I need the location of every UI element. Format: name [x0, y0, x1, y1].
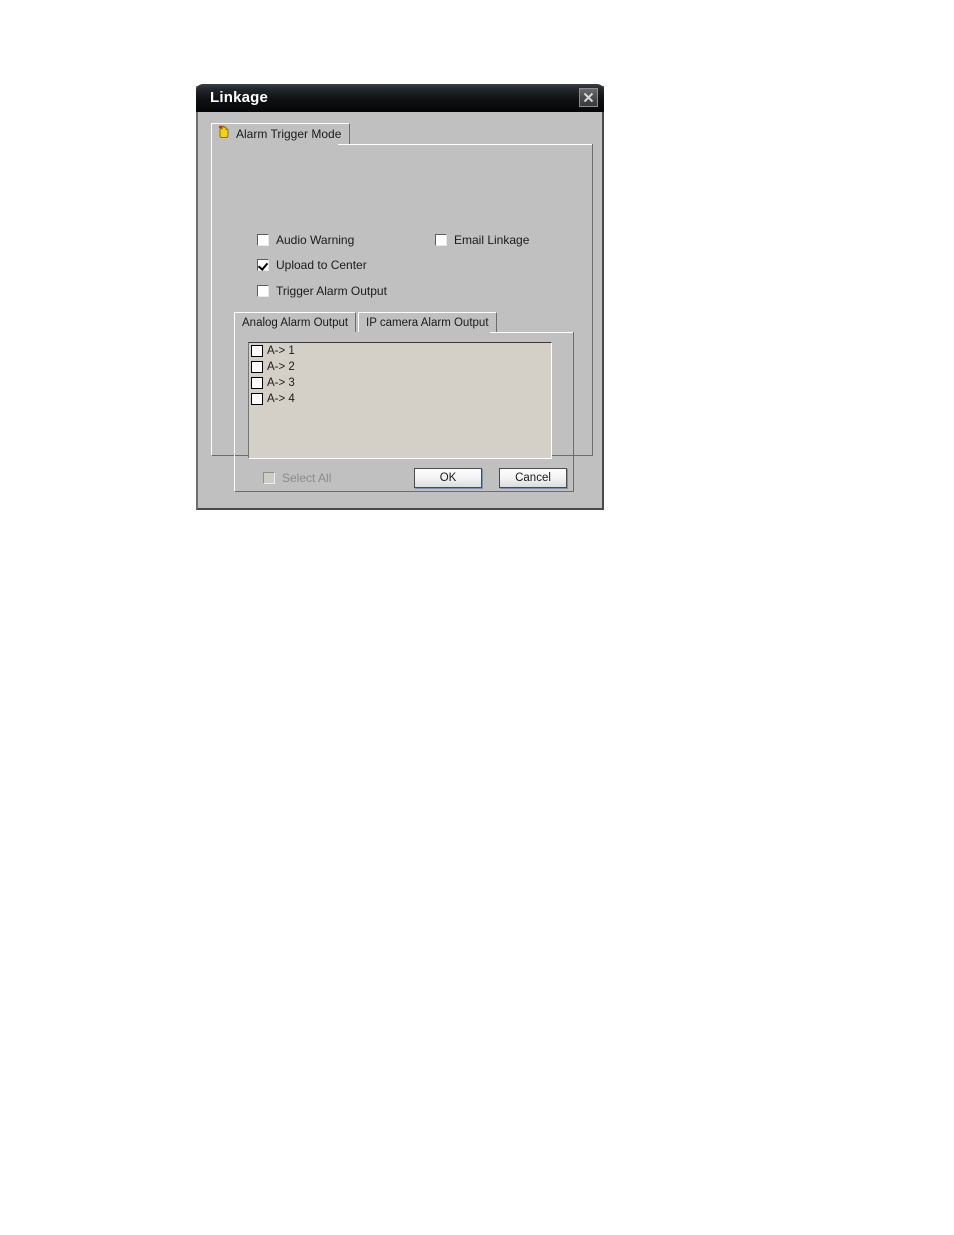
- checkbox-box: [257, 285, 269, 297]
- close-icon: [580, 92, 597, 103]
- tab-alarm-trigger-mode[interactable]: Alarm Trigger Mode: [211, 123, 351, 144]
- tab-ip-camera-alarm-output[interactable]: IP camera Alarm Output: [358, 312, 497, 332]
- checkbox-label: Upload to Center: [276, 258, 367, 272]
- checkbox-label: Email Linkage: [454, 233, 530, 247]
- ok-button[interactable]: OK: [414, 468, 482, 488]
- checkbox-box: [251, 377, 263, 389]
- checkbox-box-checked: [257, 259, 269, 271]
- close-button[interactable]: [579, 88, 598, 107]
- list-item-label: A-> 3: [267, 377, 295, 389]
- checkbox-upload-to-center[interactable]: Upload to Center: [257, 258, 367, 272]
- list-item[interactable]: A-> 3: [249, 375, 551, 391]
- checkbox-box: [251, 393, 263, 405]
- checkbox-box: [251, 345, 263, 357]
- dialog-footer: OK Cancel: [198, 460, 602, 506]
- tab-label: IP camera Alarm Output: [366, 316, 489, 329]
- checkbox-box: [251, 361, 263, 373]
- list-item[interactable]: A-> 1: [249, 343, 551, 359]
- alarm-trigger-mode-panel: Audio Warning Email Linkage Upload to Ce…: [211, 144, 593, 492]
- outer-tab-strip: Alarm Trigger Mode: [211, 123, 593, 144]
- tab-analog-alarm-output[interactable]: Analog Alarm Output: [234, 312, 357, 332]
- list-item-label: A-> 4: [267, 393, 295, 405]
- checkbox-audio-warning[interactable]: Audio Warning: [257, 233, 354, 247]
- list-item-label: A-> 1: [267, 345, 295, 357]
- tab-label: Analog Alarm Output: [242, 316, 349, 329]
- list-item-label: A-> 2: [267, 361, 295, 373]
- alarm-hand-icon: [218, 125, 230, 143]
- alarm-output-list[interactable]: A-> 1 A-> 2 A-> 3 A-> 4: [248, 342, 552, 459]
- checkbox-label: Trigger Alarm Output: [276, 284, 387, 298]
- list-item[interactable]: A-> 4: [249, 391, 551, 407]
- dialog-title: Linkage: [210, 89, 269, 106]
- checkbox-box: [435, 234, 447, 246]
- cancel-button[interactable]: Cancel: [499, 468, 567, 488]
- checkbox-box: [257, 234, 269, 246]
- list-item[interactable]: A-> 2: [249, 359, 551, 375]
- dialog-titlebar: Linkage: [196, 84, 604, 112]
- linkage-dialog: Linkage Alarm Trigger Mode Audio Warning…: [196, 84, 604, 510]
- checkbox-trigger-alarm-output[interactable]: Trigger Alarm Output: [257, 284, 387, 298]
- checkbox-email-linkage[interactable]: Email Linkage: [435, 233, 529, 247]
- checkbox-label: Audio Warning: [276, 233, 355, 247]
- tab-label: Alarm Trigger Mode: [236, 127, 342, 141]
